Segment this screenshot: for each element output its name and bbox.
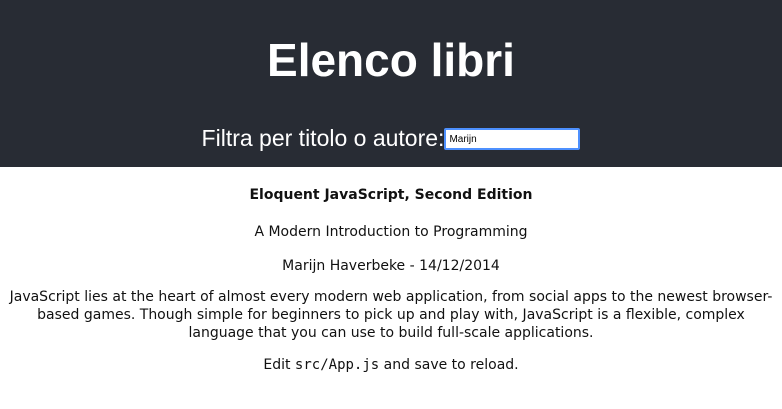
- book-title: Eloquent JavaScript, Second Edition: [249, 187, 533, 203]
- app-header: Elenco libri Filtra per titolo o autore:: [0, 0, 782, 167]
- edit-note-code: src/App.js: [294, 357, 380, 373]
- filter-row: Filtra per titolo o autore:: [0, 120, 782, 156]
- book-description: JavaScript lies at the heart of almost e…: [9, 289, 773, 341]
- filter-input[interactable]: [444, 128, 581, 150]
- edit-note-suffix: and save to reload.: [379, 357, 519, 373]
- book-author: Marijn Haverbeke: [282, 258, 406, 274]
- edit-note-prefix: Edit: [263, 357, 295, 373]
- filter-label: Filtra per titolo o autore:: [201, 125, 445, 151]
- book-date: 14/12/2014: [419, 258, 500, 274]
- meta-separator: -: [405, 258, 420, 274]
- book-meta: Marijn Haverbeke - 14/12/2014: [0, 257, 782, 275]
- page-title: Elenco libri: [267, 34, 515, 86]
- edit-note: Edit src/App.js and save to reload.: [0, 356, 782, 374]
- book-subtitle: A Modern Introduction to Programming: [254, 224, 528, 240]
